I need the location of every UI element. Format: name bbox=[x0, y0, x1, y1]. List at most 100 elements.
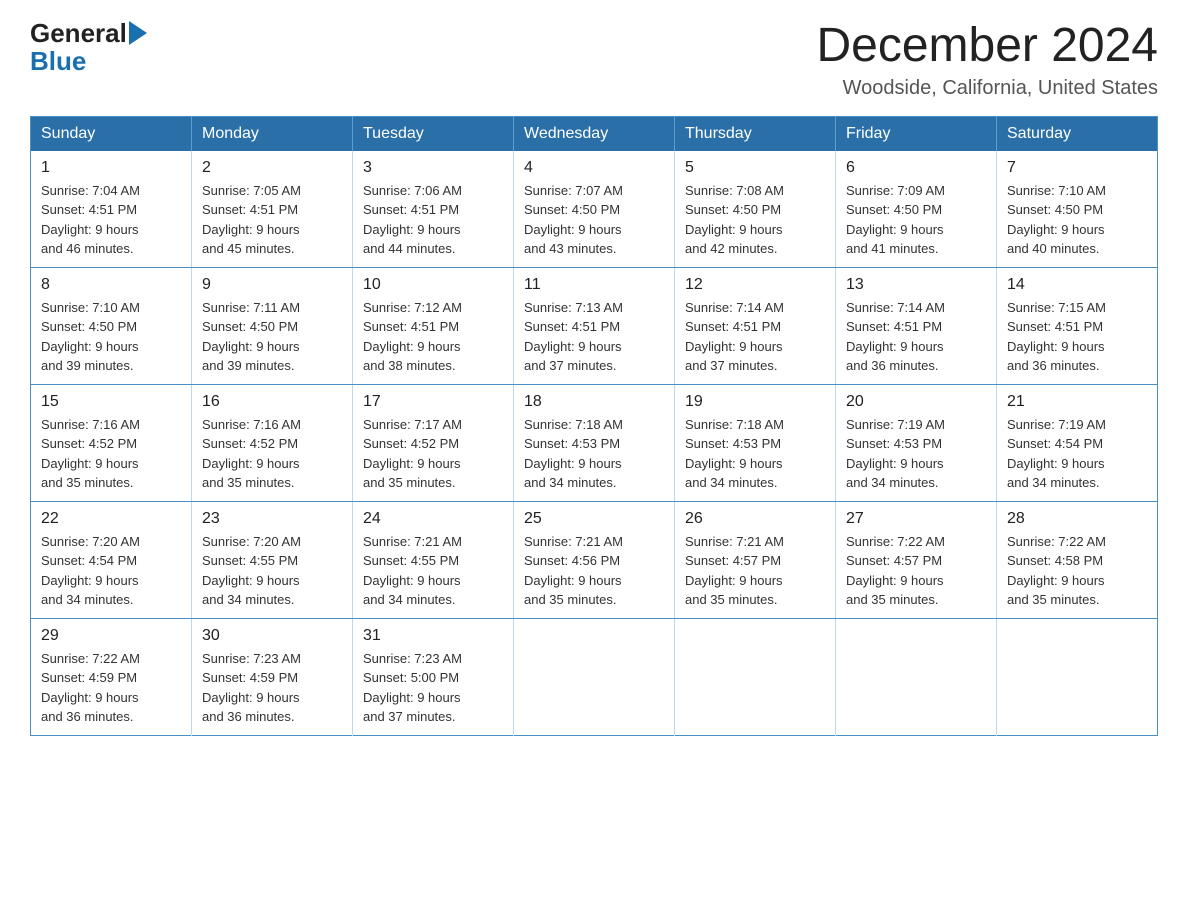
calendar-header-wednesday: Wednesday bbox=[514, 116, 675, 151]
day-info: Sunrise: 7:17 AM Sunset: 4:52 PM Dayligh… bbox=[363, 415, 503, 493]
page-header: General Blue December 2024 Woodside, Cal… bbox=[30, 20, 1158, 100]
logo: General Blue bbox=[30, 20, 149, 77]
day-number: 25 bbox=[524, 510, 664, 528]
location-subtitle: Woodside, California, United States bbox=[816, 77, 1158, 100]
logo-blue-text: Blue bbox=[30, 46, 86, 77]
day-number: 18 bbox=[524, 393, 664, 411]
calendar-week-row: 1 Sunrise: 7:04 AM Sunset: 4:51 PM Dayli… bbox=[31, 151, 1158, 268]
calendar-header-row: SundayMondayTuesdayWednesdayThursdayFrid… bbox=[31, 116, 1158, 151]
calendar-cell: 14 Sunrise: 7:15 AM Sunset: 4:51 PM Dayl… bbox=[997, 267, 1158, 384]
calendar-cell: 11 Sunrise: 7:13 AM Sunset: 4:51 PM Dayl… bbox=[514, 267, 675, 384]
calendar-cell: 15 Sunrise: 7:16 AM Sunset: 4:52 PM Dayl… bbox=[31, 384, 192, 501]
calendar-header-tuesday: Tuesday bbox=[353, 116, 514, 151]
calendar-cell: 12 Sunrise: 7:14 AM Sunset: 4:51 PM Dayl… bbox=[675, 267, 836, 384]
calendar-header-saturday: Saturday bbox=[997, 116, 1158, 151]
calendar-cell: 28 Sunrise: 7:22 AM Sunset: 4:58 PM Dayl… bbox=[997, 501, 1158, 618]
day-info: Sunrise: 7:06 AM Sunset: 4:51 PM Dayligh… bbox=[363, 181, 503, 259]
calendar-cell: 31 Sunrise: 7:23 AM Sunset: 5:00 PM Dayl… bbox=[353, 618, 514, 735]
day-number: 22 bbox=[41, 510, 181, 528]
calendar-table: SundayMondayTuesdayWednesdayThursdayFrid… bbox=[30, 116, 1158, 736]
day-number: 21 bbox=[1007, 393, 1147, 411]
day-info: Sunrise: 7:14 AM Sunset: 4:51 PM Dayligh… bbox=[685, 298, 825, 376]
day-info: Sunrise: 7:09 AM Sunset: 4:50 PM Dayligh… bbox=[846, 181, 986, 259]
day-number: 23 bbox=[202, 510, 342, 528]
day-number: 17 bbox=[363, 393, 503, 411]
calendar-cell: 30 Sunrise: 7:23 AM Sunset: 4:59 PM Dayl… bbox=[192, 618, 353, 735]
day-number: 8 bbox=[41, 276, 181, 294]
calendar-cell: 4 Sunrise: 7:07 AM Sunset: 4:50 PM Dayli… bbox=[514, 151, 675, 268]
calendar-cell: 5 Sunrise: 7:08 AM Sunset: 4:50 PM Dayli… bbox=[675, 151, 836, 268]
day-info: Sunrise: 7:18 AM Sunset: 4:53 PM Dayligh… bbox=[685, 415, 825, 493]
calendar-week-row: 22 Sunrise: 7:20 AM Sunset: 4:54 PM Dayl… bbox=[31, 501, 1158, 618]
day-number: 3 bbox=[363, 159, 503, 177]
calendar-cell bbox=[836, 618, 997, 735]
calendar-header-sunday: Sunday bbox=[31, 116, 192, 151]
day-info: Sunrise: 7:04 AM Sunset: 4:51 PM Dayligh… bbox=[41, 181, 181, 259]
calendar-cell: 3 Sunrise: 7:06 AM Sunset: 4:51 PM Dayli… bbox=[353, 151, 514, 268]
calendar-cell: 16 Sunrise: 7:16 AM Sunset: 4:52 PM Dayl… bbox=[192, 384, 353, 501]
calendar-week-row: 15 Sunrise: 7:16 AM Sunset: 4:52 PM Dayl… bbox=[31, 384, 1158, 501]
day-info: Sunrise: 7:20 AM Sunset: 4:54 PM Dayligh… bbox=[41, 532, 181, 610]
calendar-body: 1 Sunrise: 7:04 AM Sunset: 4:51 PM Dayli… bbox=[31, 151, 1158, 736]
calendar-header-thursday: Thursday bbox=[675, 116, 836, 151]
calendar-header-friday: Friday bbox=[836, 116, 997, 151]
calendar-cell: 1 Sunrise: 7:04 AM Sunset: 4:51 PM Dayli… bbox=[31, 151, 192, 268]
calendar-cell: 25 Sunrise: 7:21 AM Sunset: 4:56 PM Dayl… bbox=[514, 501, 675, 618]
day-info: Sunrise: 7:07 AM Sunset: 4:50 PM Dayligh… bbox=[524, 181, 664, 259]
day-number: 28 bbox=[1007, 510, 1147, 528]
day-info: Sunrise: 7:20 AM Sunset: 4:55 PM Dayligh… bbox=[202, 532, 342, 610]
calendar-cell: 17 Sunrise: 7:17 AM Sunset: 4:52 PM Dayl… bbox=[353, 384, 514, 501]
day-info: Sunrise: 7:18 AM Sunset: 4:53 PM Dayligh… bbox=[524, 415, 664, 493]
calendar-cell: 23 Sunrise: 7:20 AM Sunset: 4:55 PM Dayl… bbox=[192, 501, 353, 618]
day-number: 11 bbox=[524, 276, 664, 294]
day-number: 9 bbox=[202, 276, 342, 294]
calendar-cell: 26 Sunrise: 7:21 AM Sunset: 4:57 PM Dayl… bbox=[675, 501, 836, 618]
day-number: 13 bbox=[846, 276, 986, 294]
calendar-week-row: 8 Sunrise: 7:10 AM Sunset: 4:50 PM Dayli… bbox=[31, 267, 1158, 384]
day-info: Sunrise: 7:15 AM Sunset: 4:51 PM Dayligh… bbox=[1007, 298, 1147, 376]
calendar-cell: 10 Sunrise: 7:12 AM Sunset: 4:51 PM Dayl… bbox=[353, 267, 514, 384]
calendar-cell: 27 Sunrise: 7:22 AM Sunset: 4:57 PM Dayl… bbox=[836, 501, 997, 618]
day-info: Sunrise: 7:12 AM Sunset: 4:51 PM Dayligh… bbox=[363, 298, 503, 376]
title-section: December 2024 Woodside, California, Unit… bbox=[816, 20, 1158, 100]
day-number: 6 bbox=[846, 159, 986, 177]
day-number: 7 bbox=[1007, 159, 1147, 177]
day-info: Sunrise: 7:16 AM Sunset: 4:52 PM Dayligh… bbox=[41, 415, 181, 493]
calendar-cell bbox=[997, 618, 1158, 735]
day-number: 5 bbox=[685, 159, 825, 177]
calendar-cell: 9 Sunrise: 7:11 AM Sunset: 4:50 PM Dayli… bbox=[192, 267, 353, 384]
day-number: 29 bbox=[41, 627, 181, 645]
day-number: 27 bbox=[846, 510, 986, 528]
day-number: 20 bbox=[846, 393, 986, 411]
day-info: Sunrise: 7:19 AM Sunset: 4:53 PM Dayligh… bbox=[846, 415, 986, 493]
calendar-week-row: 29 Sunrise: 7:22 AM Sunset: 4:59 PM Dayl… bbox=[31, 618, 1158, 735]
calendar-cell: 24 Sunrise: 7:21 AM Sunset: 4:55 PM Dayl… bbox=[353, 501, 514, 618]
day-info: Sunrise: 7:21 AM Sunset: 4:55 PM Dayligh… bbox=[363, 532, 503, 610]
day-number: 15 bbox=[41, 393, 181, 411]
day-number: 12 bbox=[685, 276, 825, 294]
day-info: Sunrise: 7:19 AM Sunset: 4:54 PM Dayligh… bbox=[1007, 415, 1147, 493]
day-info: Sunrise: 7:21 AM Sunset: 4:56 PM Dayligh… bbox=[524, 532, 664, 610]
day-info: Sunrise: 7:08 AM Sunset: 4:50 PM Dayligh… bbox=[685, 181, 825, 259]
day-number: 16 bbox=[202, 393, 342, 411]
month-title: December 2024 bbox=[816, 20, 1158, 73]
day-info: Sunrise: 7:21 AM Sunset: 4:57 PM Dayligh… bbox=[685, 532, 825, 610]
calendar-cell: 19 Sunrise: 7:18 AM Sunset: 4:53 PM Dayl… bbox=[675, 384, 836, 501]
calendar-cell: 13 Sunrise: 7:14 AM Sunset: 4:51 PM Dayl… bbox=[836, 267, 997, 384]
day-number: 19 bbox=[685, 393, 825, 411]
day-number: 31 bbox=[363, 627, 503, 645]
day-info: Sunrise: 7:14 AM Sunset: 4:51 PM Dayligh… bbox=[846, 298, 986, 376]
day-number: 1 bbox=[41, 159, 181, 177]
day-info: Sunrise: 7:22 AM Sunset: 4:59 PM Dayligh… bbox=[41, 649, 181, 727]
calendar-cell: 18 Sunrise: 7:18 AM Sunset: 4:53 PM Dayl… bbox=[514, 384, 675, 501]
day-number: 14 bbox=[1007, 276, 1147, 294]
calendar-cell: 6 Sunrise: 7:09 AM Sunset: 4:50 PM Dayli… bbox=[836, 151, 997, 268]
calendar-cell bbox=[675, 618, 836, 735]
day-info: Sunrise: 7:11 AM Sunset: 4:50 PM Dayligh… bbox=[202, 298, 342, 376]
calendar-header-monday: Monday bbox=[192, 116, 353, 151]
day-info: Sunrise: 7:16 AM Sunset: 4:52 PM Dayligh… bbox=[202, 415, 342, 493]
day-number: 30 bbox=[202, 627, 342, 645]
day-info: Sunrise: 7:22 AM Sunset: 4:57 PM Dayligh… bbox=[846, 532, 986, 610]
day-info: Sunrise: 7:22 AM Sunset: 4:58 PM Dayligh… bbox=[1007, 532, 1147, 610]
day-info: Sunrise: 7:13 AM Sunset: 4:51 PM Dayligh… bbox=[524, 298, 664, 376]
